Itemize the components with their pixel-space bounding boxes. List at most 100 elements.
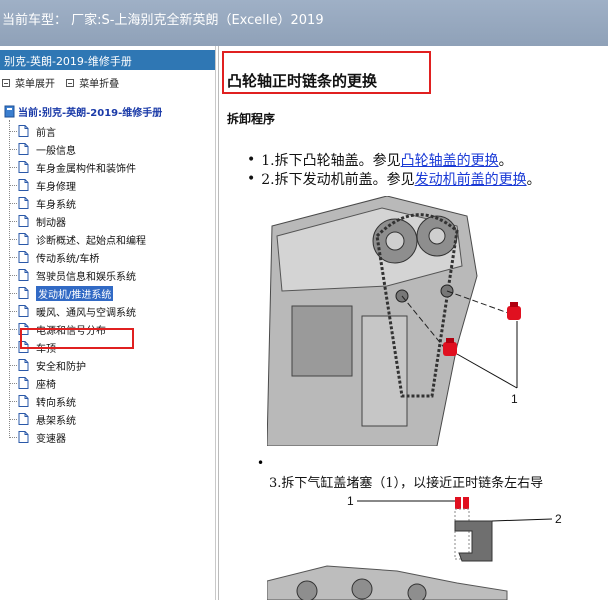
tree-connector [9,292,17,294]
tree-root[interactable]: 当前:别克-英朗-2019-维修手册 [4,104,162,119]
callout-1: 1 [347,494,354,508]
tree-connector [9,202,17,204]
tree-connector [9,436,17,438]
tree-connector [9,166,17,168]
tree-item-label: 转向系统 [36,397,76,409]
document-icon [18,431,29,443]
page-title: 凸轮轴正时链条的更换 [227,72,378,90]
tree-item-label: 暖风、通风与空调系统 [36,307,136,319]
tree-item[interactable]: 变速器 [9,428,209,446]
menu-collapse-button[interactable]: 菜单折叠 [66,75,119,90]
document-icon [18,359,29,371]
content-pane: 凸轮轴正时链条的更换 拆卸程序 • 1.拆下凸轮轴盖。参见 凸轮轴盖的更换 。 … [218,46,608,600]
document-icon [18,251,29,263]
tree-item-label: 座椅 [36,379,56,391]
tree-connector [9,346,17,348]
document-icon [18,197,29,209]
tree-item-label: 车身修理 [36,181,76,193]
menu-expand-button[interactable]: 菜单展开 [2,75,55,90]
tree-item-label: 车身系统 [36,199,76,211]
tree-item[interactable]: 车身修理 [9,176,209,194]
tree-item[interactable]: 驾驶员信息和娱乐系统 [9,266,209,284]
menu-controls: 菜单展开 菜单折叠 [0,70,215,90]
tree-item[interactable]: 传动系统/车桥 [9,248,209,266]
step-3-text: 3.拆下气缸盖堵塞（1），以接近正时链条左右导 [269,476,544,491]
tree-item[interactable]: 制动器 [9,212,209,230]
tree-item-label: 安全和防护 [36,361,86,373]
collapse-icon [66,78,75,87]
step-2: • 2.拆下发动机前盖。参见 发动机前盖的更换 。 [247,169,541,189]
sidebar-header: 别克-英朗-2019-维修手册 [0,50,215,70]
tree-item[interactable]: 座椅 [9,374,209,392]
document-icon [18,143,29,155]
tree-item[interactable]: 安全和防护 [9,356,209,374]
tree-item[interactable]: 车身金属构件和装饰件 [9,158,209,176]
bullet: • [257,456,265,470]
tree-connector [9,130,17,132]
callout-2: 2 [555,512,562,526]
sidebar: 别克-英朗-2019-维修手册 菜单展开 菜单折叠 当前:别克-英朗-2019-… [0,46,216,600]
tree-item-label: 一般信息 [36,145,76,157]
step-1-text: 1.拆下凸轮轴盖。参见 [261,153,401,169]
tree-item[interactable]: 悬架系统 [9,410,209,428]
document-icon [18,287,29,299]
tree-connector [9,238,17,240]
tree-item[interactable]: 一般信息 [9,140,209,158]
tree-connector [9,184,17,186]
tree-item-label: 变速器 [36,433,66,445]
tree-item-label: 制动器 [36,217,66,229]
document-icon [18,161,29,173]
document-icon [18,413,29,425]
document-icon [18,233,29,245]
document-icon [18,305,29,317]
tree-connector [9,418,17,420]
document-icon [18,179,29,191]
step-1-end: 。 [498,153,513,169]
document-icon [18,215,29,227]
tree-connector [9,328,17,330]
tree-item-label: 传动系统/车桥 [36,253,100,265]
bullet: • [247,152,256,168]
step-2-text: 2.拆下发动机前盖。参见 [261,172,415,188]
link-camshaft-cover[interactable]: 凸轮轴盖的更换 [401,150,499,170]
tree-item[interactable]: 诊断概述、起始点和编程 [9,230,209,248]
tree-item-label: 发动机/推进系统 [36,285,114,301]
tree-item-label: 前言 [36,127,56,139]
document-icon [18,395,29,407]
callout-1: 1 [511,392,518,406]
document-icon [18,125,29,137]
tree-item[interactable]: 转向系统 [9,392,209,410]
expand-icon [2,78,10,87]
document-icon [18,377,29,389]
document-icon [18,269,29,281]
step-2-end: 。 [526,172,541,188]
bullet: • [247,171,256,187]
tree-item-label: 车身金属构件和装饰件 [36,163,136,175]
current-model-text: 当前车型： 厂家:S-上海别克全新英朗（Excelle）2019 [2,13,324,28]
selection-highlight-box [20,328,134,349]
section-heading: 拆卸程序 [227,112,276,126]
tree-connector [9,364,17,366]
window-title-bar: 当前车型： 厂家:S-上海别克全新英朗（Excelle）2019 [0,0,608,46]
tree-item-label: 悬架系统 [36,415,76,427]
menu-expand-label: 菜单展开 [15,79,55,90]
tree-item[interactable]: 发动机/推进系统 [9,284,209,302]
tree-item[interactable]: 前言 [9,122,209,140]
tree-connector [9,382,17,384]
tree-connector [9,220,17,222]
tree-item-label: 诊断概述、起始点和编程 [36,235,146,247]
menu-collapse-label: 菜单折叠 [79,79,120,90]
tree-connector [9,256,17,258]
tree-connector [9,310,17,312]
step-1: • 1.拆下凸轮轴盖。参见 凸轮轴盖的更换 。 [247,150,513,170]
tree-connector [9,148,17,150]
tree-item[interactable]: 车身系统 [9,194,209,212]
tree-connector [9,274,17,276]
tree-connector [9,400,17,402]
book-icon [4,105,15,118]
tree-root-label: 当前:别克-英朗-2019-维修手册 [18,108,163,119]
tree-item[interactable]: 暖风、通风与空调系统 [9,302,209,320]
cylinder-head-illustration: 1 2 [267,491,608,600]
link-engine-front-cover[interactable]: 发动机前盖的更换 [415,169,527,189]
tree-item-label: 驾驶员信息和娱乐系统 [36,271,136,283]
